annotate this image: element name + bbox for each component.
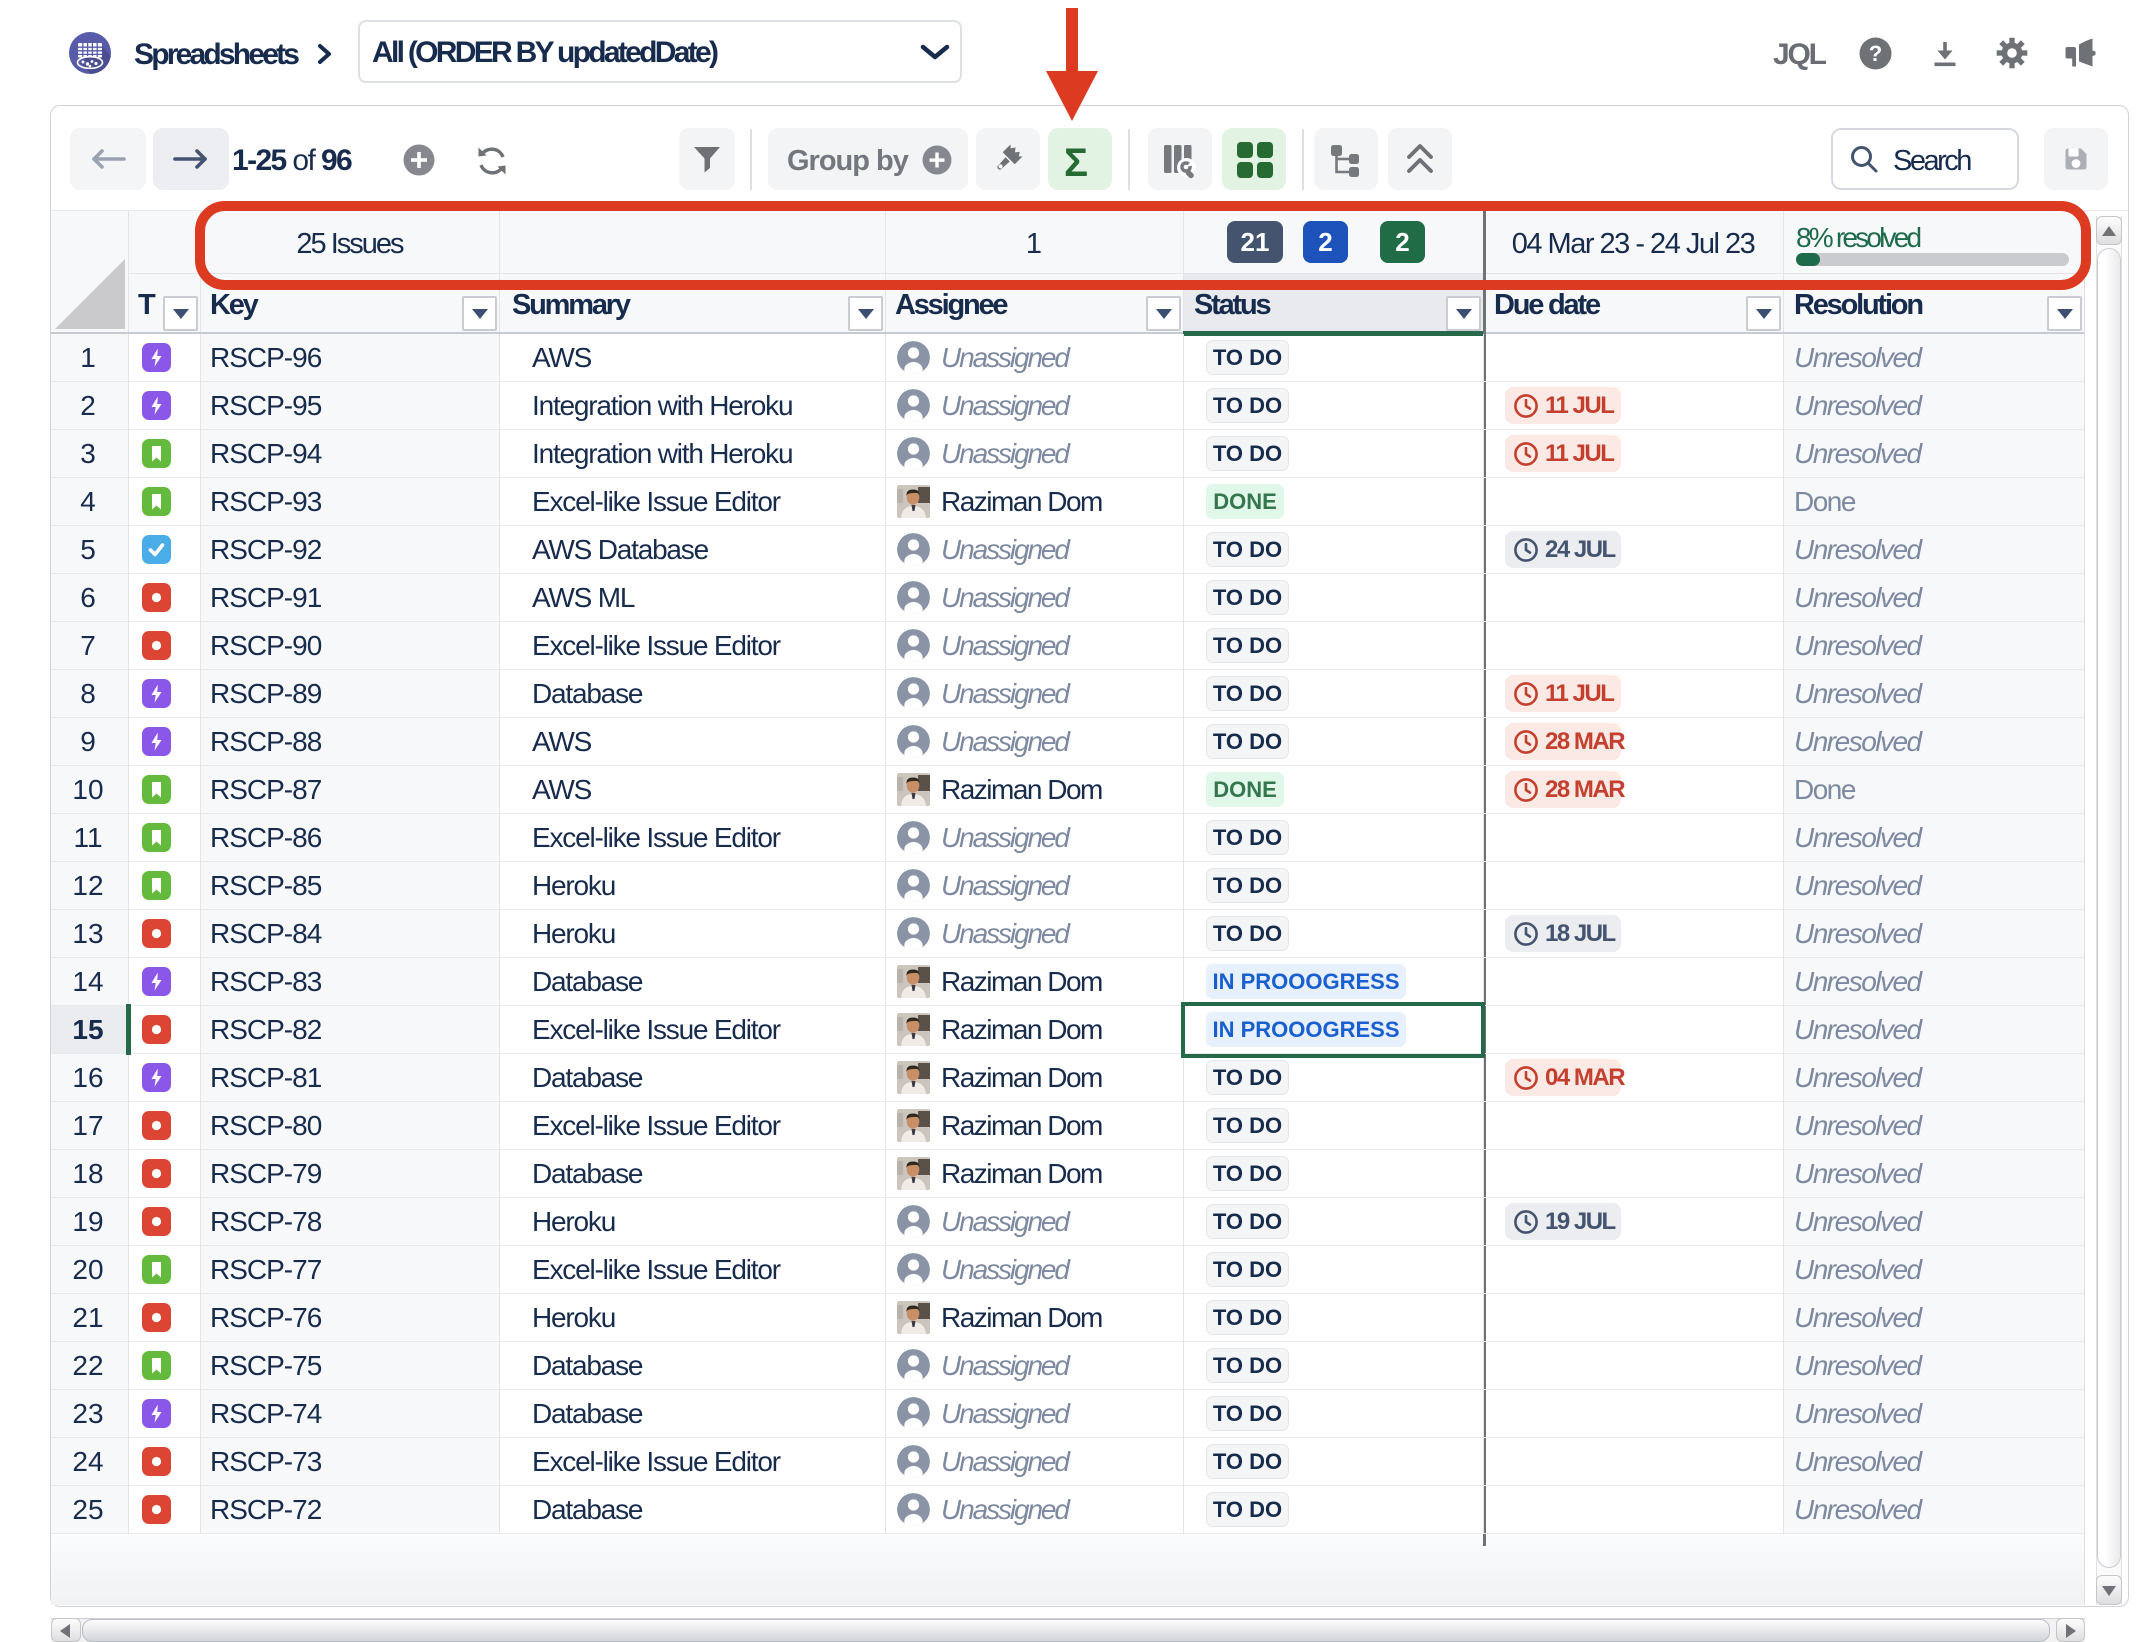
svg-text:?: ? bbox=[1869, 41, 1882, 66]
